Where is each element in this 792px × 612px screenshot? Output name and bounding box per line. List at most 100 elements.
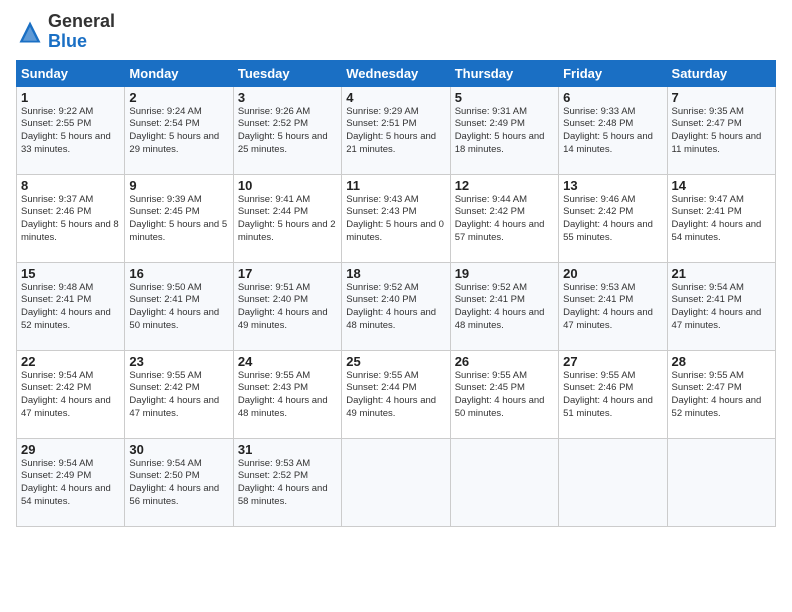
day-21: 21Sunrise: 9:54 AMSunset: 2:41 PMDayligh… bbox=[667, 262, 775, 350]
day-25: 25Sunrise: 9:55 AMSunset: 2:44 PMDayligh… bbox=[342, 350, 450, 438]
day-number: 6 bbox=[563, 90, 662, 105]
day-number: 24 bbox=[238, 354, 337, 369]
day-number: 13 bbox=[563, 178, 662, 193]
day-number: 21 bbox=[672, 266, 771, 281]
header-thursday: Thursday bbox=[450, 60, 558, 86]
day-number: 26 bbox=[455, 354, 554, 369]
day-info: Sunrise: 9:47 AMSunset: 2:41 PMDaylight:… bbox=[672, 194, 771, 245]
day-info: Sunrise: 9:52 AMSunset: 2:41 PMDaylight:… bbox=[455, 282, 554, 333]
day-info: Sunrise: 9:22 AMSunset: 2:55 PMDaylight:… bbox=[21, 106, 120, 157]
day-info: Sunrise: 9:51 AMSunset: 2:40 PMDaylight:… bbox=[238, 282, 337, 333]
day-7: 7Sunrise: 9:35 AMSunset: 2:47 PMDaylight… bbox=[667, 86, 775, 174]
day-5: 5Sunrise: 9:31 AMSunset: 2:49 PMDaylight… bbox=[450, 86, 558, 174]
day-27: 27Sunrise: 9:55 AMSunset: 2:46 PMDayligh… bbox=[559, 350, 667, 438]
header-friday: Friday bbox=[559, 60, 667, 86]
day-1: 1Sunrise: 9:22 AMSunset: 2:55 PMDaylight… bbox=[17, 86, 125, 174]
day-info: Sunrise: 9:52 AMSunset: 2:40 PMDaylight:… bbox=[346, 282, 445, 333]
week-row-2: 8Sunrise: 9:37 AMSunset: 2:46 PMDaylight… bbox=[17, 174, 776, 262]
day-info: Sunrise: 9:41 AMSunset: 2:44 PMDaylight:… bbox=[238, 194, 337, 245]
day-info: Sunrise: 9:53 AMSunset: 2:52 PMDaylight:… bbox=[238, 458, 337, 509]
day-8: 8Sunrise: 9:37 AMSunset: 2:46 PMDaylight… bbox=[17, 174, 125, 262]
day-info: Sunrise: 9:54 AMSunset: 2:42 PMDaylight:… bbox=[21, 370, 120, 421]
day-15: 15Sunrise: 9:48 AMSunset: 2:41 PMDayligh… bbox=[17, 262, 125, 350]
day-info: Sunrise: 9:55 AMSunset: 2:43 PMDaylight:… bbox=[238, 370, 337, 421]
day-number: 12 bbox=[455, 178, 554, 193]
day-info: Sunrise: 9:37 AMSunset: 2:46 PMDaylight:… bbox=[21, 194, 120, 245]
logo: General Blue bbox=[16, 12, 115, 52]
day-info: Sunrise: 9:50 AMSunset: 2:41 PMDaylight:… bbox=[129, 282, 228, 333]
day-info: Sunrise: 9:33 AMSunset: 2:48 PMDaylight:… bbox=[563, 106, 662, 157]
week-row-5: 29Sunrise: 9:54 AMSunset: 2:49 PMDayligh… bbox=[17, 438, 776, 526]
day-info: Sunrise: 9:39 AMSunset: 2:45 PMDaylight:… bbox=[129, 194, 228, 245]
day-16: 16Sunrise: 9:50 AMSunset: 2:41 PMDayligh… bbox=[125, 262, 233, 350]
day-2: 2Sunrise: 9:24 AMSunset: 2:54 PMDaylight… bbox=[125, 86, 233, 174]
empty-day bbox=[559, 438, 667, 526]
day-number: 10 bbox=[238, 178, 337, 193]
day-17: 17Sunrise: 9:51 AMSunset: 2:40 PMDayligh… bbox=[233, 262, 341, 350]
day-info: Sunrise: 9:55 AMSunset: 2:44 PMDaylight:… bbox=[346, 370, 445, 421]
day-28: 28Sunrise: 9:55 AMSunset: 2:47 PMDayligh… bbox=[667, 350, 775, 438]
day-number: 4 bbox=[346, 90, 445, 105]
day-info: Sunrise: 9:31 AMSunset: 2:49 PMDaylight:… bbox=[455, 106, 554, 157]
day-number: 28 bbox=[672, 354, 771, 369]
logo-text: General Blue bbox=[48, 12, 115, 52]
day-number: 29 bbox=[21, 442, 120, 457]
logo-general: General bbox=[48, 11, 115, 31]
day-info: Sunrise: 9:26 AMSunset: 2:52 PMDaylight:… bbox=[238, 106, 337, 157]
empty-day bbox=[342, 438, 450, 526]
day-number: 22 bbox=[21, 354, 120, 369]
day-14: 14Sunrise: 9:47 AMSunset: 2:41 PMDayligh… bbox=[667, 174, 775, 262]
day-29: 29Sunrise: 9:54 AMSunset: 2:49 PMDayligh… bbox=[17, 438, 125, 526]
day-info: Sunrise: 9:29 AMSunset: 2:51 PMDaylight:… bbox=[346, 106, 445, 157]
day-info: Sunrise: 9:55 AMSunset: 2:42 PMDaylight:… bbox=[129, 370, 228, 421]
empty-day bbox=[450, 438, 558, 526]
header: General Blue bbox=[16, 12, 776, 52]
day-number: 31 bbox=[238, 442, 337, 457]
day-22: 22Sunrise: 9:54 AMSunset: 2:42 PMDayligh… bbox=[17, 350, 125, 438]
day-info: Sunrise: 9:53 AMSunset: 2:41 PMDaylight:… bbox=[563, 282, 662, 333]
header-monday: Monday bbox=[125, 60, 233, 86]
day-info: Sunrise: 9:55 AMSunset: 2:47 PMDaylight:… bbox=[672, 370, 771, 421]
day-info: Sunrise: 9:54 AMSunset: 2:50 PMDaylight:… bbox=[129, 458, 228, 509]
day-info: Sunrise: 9:24 AMSunset: 2:54 PMDaylight:… bbox=[129, 106, 228, 157]
day-24: 24Sunrise: 9:55 AMSunset: 2:43 PMDayligh… bbox=[233, 350, 341, 438]
day-number: 27 bbox=[563, 354, 662, 369]
week-row-3: 15Sunrise: 9:48 AMSunset: 2:41 PMDayligh… bbox=[17, 262, 776, 350]
day-4: 4Sunrise: 9:29 AMSunset: 2:51 PMDaylight… bbox=[342, 86, 450, 174]
day-number: 14 bbox=[672, 178, 771, 193]
day-number: 7 bbox=[672, 90, 771, 105]
day-number: 23 bbox=[129, 354, 228, 369]
day-info: Sunrise: 9:55 AMSunset: 2:46 PMDaylight:… bbox=[563, 370, 662, 421]
day-18: 18Sunrise: 9:52 AMSunset: 2:40 PMDayligh… bbox=[342, 262, 450, 350]
day-number: 11 bbox=[346, 178, 445, 193]
day-number: 2 bbox=[129, 90, 228, 105]
logo-icon bbox=[16, 18, 44, 46]
calendar-table: Sunday Monday Tuesday Wednesday Thursday… bbox=[16, 60, 776, 527]
day-number: 5 bbox=[455, 90, 554, 105]
week-row-4: 22Sunrise: 9:54 AMSunset: 2:42 PMDayligh… bbox=[17, 350, 776, 438]
day-number: 15 bbox=[21, 266, 120, 281]
day-23: 23Sunrise: 9:55 AMSunset: 2:42 PMDayligh… bbox=[125, 350, 233, 438]
day-number: 17 bbox=[238, 266, 337, 281]
day-3: 3Sunrise: 9:26 AMSunset: 2:52 PMDaylight… bbox=[233, 86, 341, 174]
day-info: Sunrise: 9:43 AMSunset: 2:43 PMDaylight:… bbox=[346, 194, 445, 245]
weekday-header-row: Sunday Monday Tuesday Wednesday Thursday… bbox=[17, 60, 776, 86]
header-tuesday: Tuesday bbox=[233, 60, 341, 86]
day-number: 9 bbox=[129, 178, 228, 193]
day-number: 3 bbox=[238, 90, 337, 105]
day-12: 12Sunrise: 9:44 AMSunset: 2:42 PMDayligh… bbox=[450, 174, 558, 262]
day-26: 26Sunrise: 9:55 AMSunset: 2:45 PMDayligh… bbox=[450, 350, 558, 438]
empty-day bbox=[667, 438, 775, 526]
header-wednesday: Wednesday bbox=[342, 60, 450, 86]
logo-blue: Blue bbox=[48, 31, 87, 51]
day-info: Sunrise: 9:46 AMSunset: 2:42 PMDaylight:… bbox=[563, 194, 662, 245]
week-row-1: 1Sunrise: 9:22 AMSunset: 2:55 PMDaylight… bbox=[17, 86, 776, 174]
day-31: 31Sunrise: 9:53 AMSunset: 2:52 PMDayligh… bbox=[233, 438, 341, 526]
day-info: Sunrise: 9:54 AMSunset: 2:41 PMDaylight:… bbox=[672, 282, 771, 333]
day-info: Sunrise: 9:55 AMSunset: 2:45 PMDaylight:… bbox=[455, 370, 554, 421]
day-6: 6Sunrise: 9:33 AMSunset: 2:48 PMDaylight… bbox=[559, 86, 667, 174]
day-info: Sunrise: 9:44 AMSunset: 2:42 PMDaylight:… bbox=[455, 194, 554, 245]
day-number: 20 bbox=[563, 266, 662, 281]
day-info: Sunrise: 9:35 AMSunset: 2:47 PMDaylight:… bbox=[672, 106, 771, 157]
day-13: 13Sunrise: 9:46 AMSunset: 2:42 PMDayligh… bbox=[559, 174, 667, 262]
